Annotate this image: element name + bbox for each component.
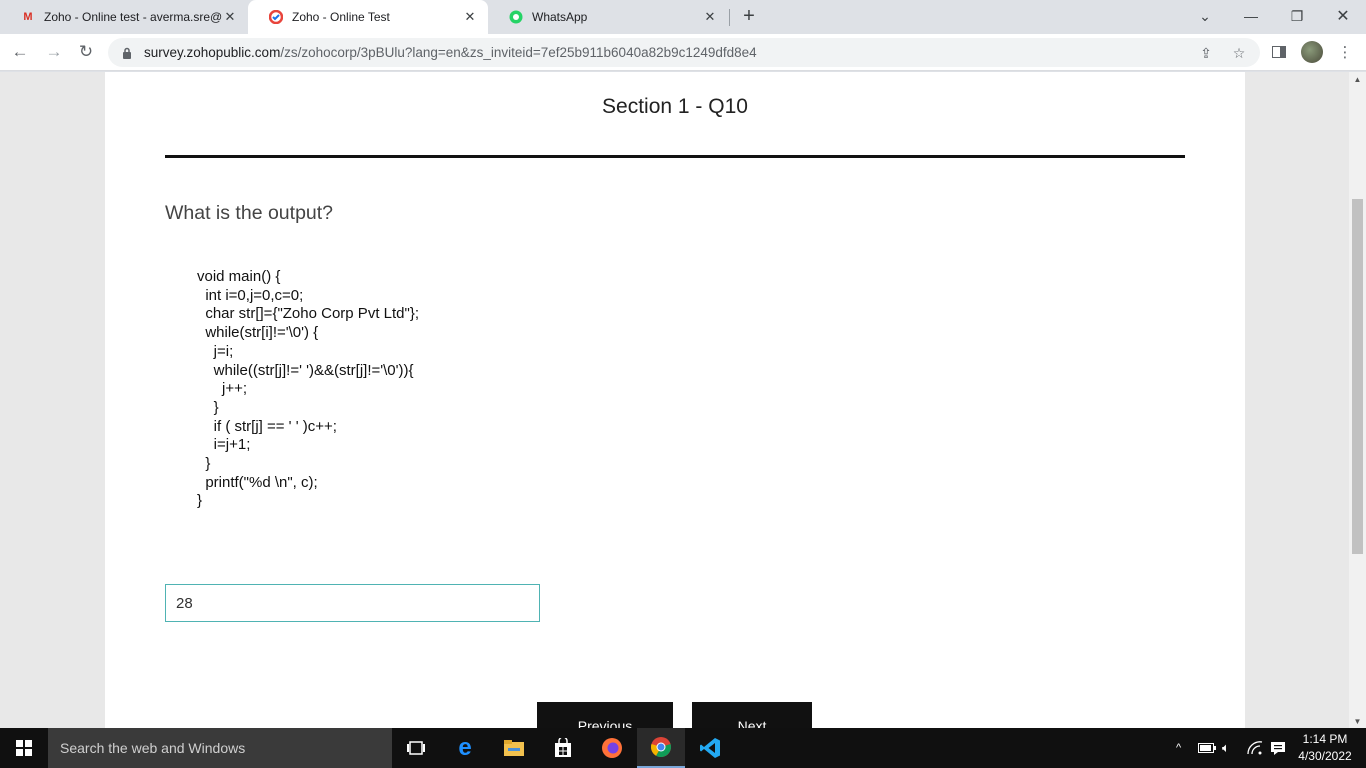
more-menu-icon[interactable]: ⋮ (1334, 41, 1356, 63)
tab-title: WhatsApp (532, 10, 588, 24)
task-view-icon[interactable] (392, 728, 440, 768)
firefox-icon[interactable] (588, 728, 636, 768)
file-explorer-icon[interactable] (490, 728, 538, 768)
clock-time: 1:14 PM (1302, 732, 1348, 746)
scroll-thumb[interactable] (1352, 199, 1363, 554)
address-bar[interactable]: survey.zohopublic.com/zs/zohocorp/3pBUlu… (108, 38, 1260, 67)
side-panel-icon[interactable] (1268, 41, 1290, 63)
tab-gmail[interactable]: M Zoho - Online test - averma.sre@ ✕ (0, 0, 248, 34)
answer-input[interactable]: 28 (165, 584, 540, 622)
windows-logo-icon (16, 740, 32, 756)
lock-icon[interactable] (120, 46, 134, 60)
code-snippet: void main() { int i=0,j=0,c=0; char str[… (197, 268, 420, 510)
windows-taskbar: Search the web and Windows e ^ 🔈︎ 1:14 P… (0, 728, 1366, 768)
close-icon[interactable]: ✕ (222, 9, 238, 25)
notifications-icon[interactable] (1270, 728, 1286, 768)
edge-icon[interactable]: e (441, 728, 489, 768)
tab-title: Zoho - Online test - averma.sre@ (44, 10, 222, 24)
restore-icon[interactable]: ❐ (1274, 0, 1320, 32)
scroll-down-icon[interactable]: ▼ (1349, 714, 1366, 728)
battery-icon[interactable] (1198, 728, 1216, 768)
new-tab-button[interactable]: + (738, 5, 760, 27)
survey-sheet: Section 1 - Q10 What is the output? void… (105, 72, 1245, 728)
minimize-icon[interactable]: — (1228, 0, 1274, 32)
wifi-icon[interactable] (1247, 728, 1263, 768)
show-hidden-icons-icon[interactable]: ^ (1176, 728, 1181, 768)
question-text: What is the output? (165, 202, 334, 224)
taskbar-search[interactable]: Search the web and Windows (48, 728, 392, 768)
tab-title: Zoho - Online Test (292, 10, 390, 24)
star-icon[interactable]: ☆ (1230, 44, 1248, 62)
close-icon[interactable]: ✕ (702, 9, 718, 25)
tab-strip: M Zoho - Online test - averma.sre@ ✕ Zoh… (0, 0, 1366, 34)
zoho-survey-icon (268, 9, 284, 25)
url-text: survey.zohopublic.com/zs/zohocorp/3pBUlu… (144, 45, 757, 60)
reload-icon[interactable]: ↻ (74, 40, 98, 64)
browser-toolbar: ← → ↻ survey.zohopublic.com/zs/zohocorp/… (0, 34, 1366, 71)
back-icon[interactable]: ← (8, 40, 32, 64)
forward-icon[interactable]: → (42, 40, 66, 64)
section-divider (165, 155, 1185, 158)
tab-search-chevron-icon[interactable]: ⌄ (1182, 0, 1228, 32)
scroll-up-icon[interactable]: ▲ (1349, 72, 1366, 86)
taskbar-clock[interactable]: 1:14 PM 4/30/2022 (1286, 731, 1364, 765)
page-viewport: Section 1 - Q10 What is the output? void… (0, 72, 1366, 728)
tab-zoho-online-test[interactable]: Zoho - Online Test ✕ (248, 0, 488, 34)
whatsapp-icon (508, 9, 524, 25)
close-window-icon[interactable]: ✕ (1320, 0, 1366, 32)
page-scrollbar[interactable]: ▲ ▼ (1349, 72, 1366, 728)
url-path: /zs/zohocorp/3pBUlu?lang=en&zs_inviteid=… (280, 45, 757, 60)
next-button[interactable]: Next (692, 702, 812, 728)
clock-date: 4/30/2022 (1298, 749, 1352, 763)
url-host: survey.zohopublic.com (144, 45, 281, 60)
profile-avatar[interactable] (1301, 41, 1323, 63)
close-icon[interactable]: ✕ (462, 9, 478, 25)
gmail-icon: M (23, 11, 33, 23)
section-title: Section 1 - Q10 (602, 95, 748, 118)
chrome-icon[interactable] (637, 728, 685, 768)
start-button[interactable] (0, 728, 48, 768)
vscode-icon[interactable] (686, 728, 734, 768)
previous-button[interactable]: Previous (537, 702, 673, 728)
share-icon[interactable]: ⇪ (1197, 44, 1215, 62)
volume-icon[interactable]: 🔈︎ (1222, 728, 1230, 768)
store-icon[interactable] (539, 728, 587, 768)
tab-whatsapp[interactable]: WhatsApp ✕ (488, 0, 728, 34)
tab-separator (729, 9, 730, 26)
